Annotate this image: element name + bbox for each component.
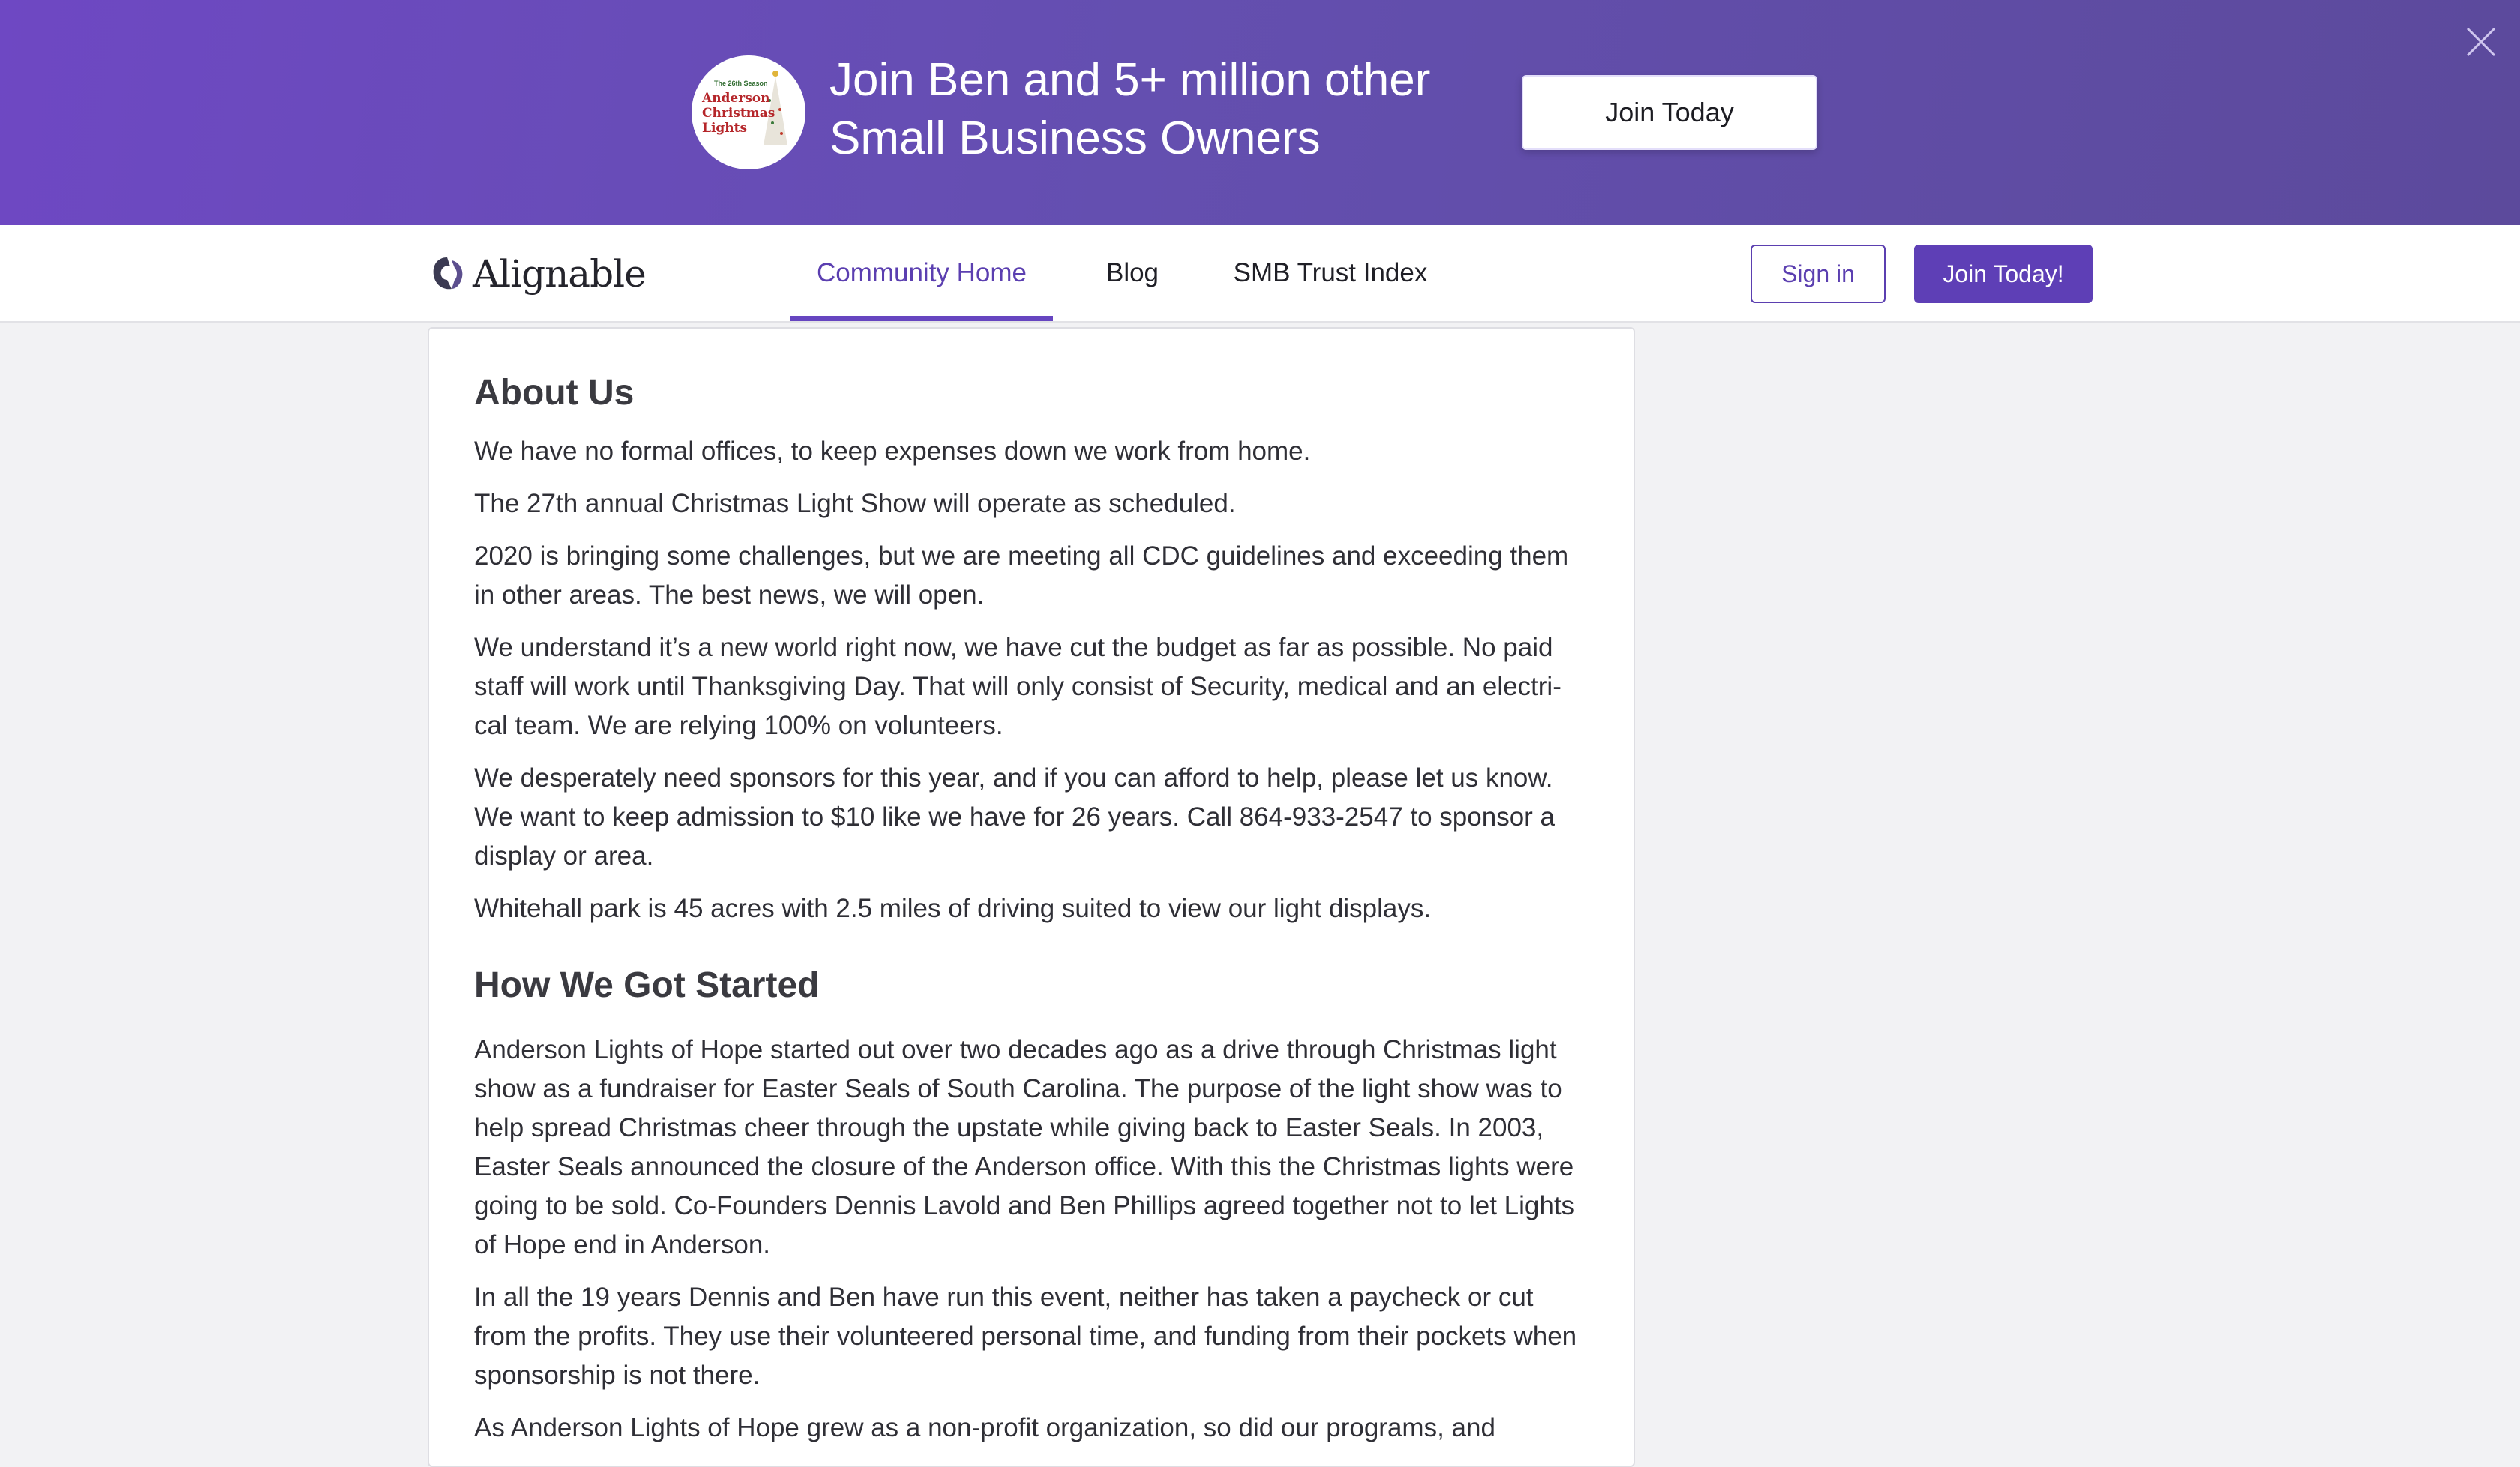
about-us-body: We have no formal offices, to keep expen… [474,432,1592,928]
card-content: About Us We have no formal offices, to k… [474,370,1592,1461]
started-paragraph: Anderson Lights of Hope started out over… [474,1035,1575,1259]
tab-blog[interactable]: Blog [1084,225,1180,321]
how-we-got-started-heading: How We Got Started [474,965,820,1005]
promo-banner: The 26th Season Anderson Christmas Light… [0,0,2520,225]
christmas-lights-logo-icon: The 26th Season Anderson Christmas Light… [692,56,806,170]
about-paragraph: Whitehall park is 45 acres with 2.5 mile… [474,894,1432,923]
close-icon[interactable] [2463,24,2499,60]
started-paragraph: In all the 19 years Dennis and Ben have … [474,1282,1577,1390]
how-we-got-started-body: Anderson Lights of Hope started out over… [474,1030,1592,1448]
banner-headline-line1: Join Ben and 5+ million other [830,54,1431,106]
alignable-mark-icon [429,254,465,293]
business-profile-card: About Us We have no formal offices, to k… [428,327,1635,1467]
about-paragraph: We desperately need sponsors for this ye… [474,764,1556,871]
svg-text:Lights: Lights [702,121,747,136]
anderson-christmas-lights-logo: The 26th Season Anderson Christmas Light… [692,56,806,170]
about-paragraph: We have no formal offices, to keep expen… [474,436,1311,466]
join-today-banner-button[interactable]: Join Today [1522,75,1817,150]
tab-smb-trust-index[interactable]: SMB Trust Index [1218,225,1443,321]
about-us-heading: About Us [474,373,634,412]
brand-name: Alignable [472,252,646,296]
svg-text:Anderson: Anderson [701,91,770,106]
sign-in-button[interactable]: Sign in [1750,244,1886,303]
about-paragraph: 2020 is bringing some challenges, but we… [474,542,1569,610]
tab-community-home[interactable]: Community Home [790,225,1053,321]
top-navigation: Alignable Community Home Blog SMB Trust … [0,225,2520,322]
join-today-button[interactable]: Join Today! [1914,244,2092,303]
banner-headline-line2: Small Business Owners [830,112,1321,164]
banner-headline: Join Ben and 5+ million other Small Busi… [830,51,1504,168]
started-paragraph: As Anderson Lights of Hope grew as a non… [474,1413,1496,1442]
svg-text:Christmas: Christmas [702,106,775,121]
alignable-logo[interactable]: Alignable [429,248,646,300]
svg-text:The 26th Season: The 26th Season [714,80,768,87]
about-paragraph: The 27th annual Christmas Light Show wil… [474,489,1236,518]
about-paragraph: We understand it’s a new world right now… [474,633,1562,740]
